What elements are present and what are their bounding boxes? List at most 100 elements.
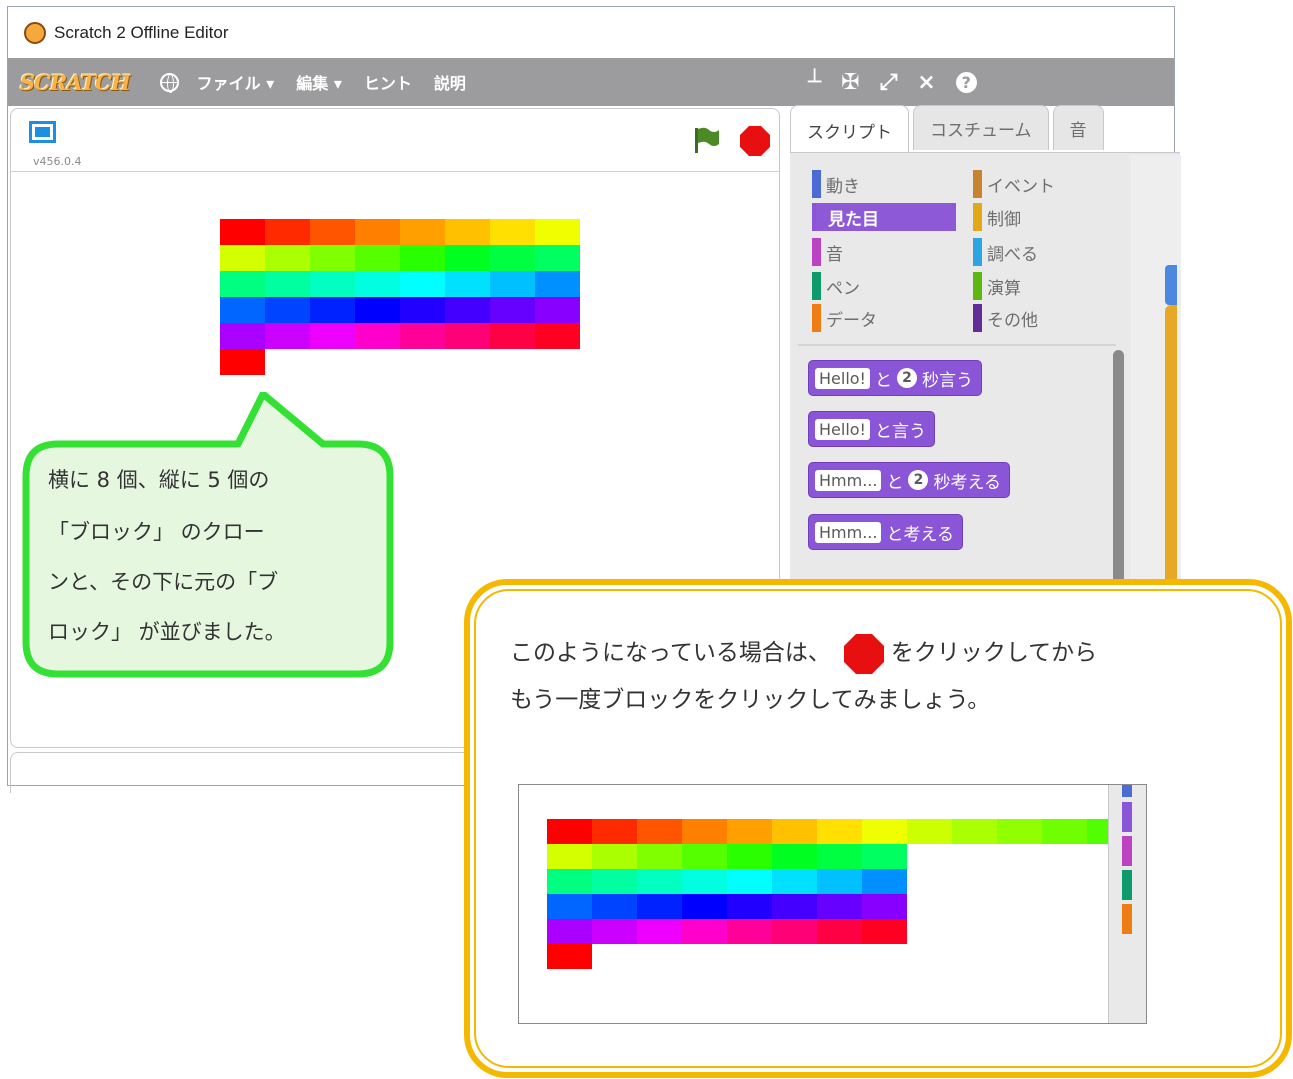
window-title: Scratch 2 Offline Editor xyxy=(54,22,229,42)
category-sound[interactable]: 音 xyxy=(812,238,843,266)
clone-block xyxy=(490,245,535,271)
clone-block xyxy=(355,245,400,271)
note-line-1b: をクリックしてから xyxy=(890,640,1098,666)
clone-block xyxy=(637,894,682,919)
clone-block xyxy=(862,844,907,869)
note-line-1a: このようになっている場合は、 xyxy=(510,640,831,666)
clone-block xyxy=(265,323,310,349)
clone-block xyxy=(310,271,355,297)
clone-block xyxy=(547,869,592,894)
fullscreen-icon[interactable] xyxy=(29,121,56,143)
category-control[interactable]: 制御 xyxy=(973,203,1021,231)
clone-block xyxy=(772,869,817,894)
clone-block xyxy=(772,894,817,919)
clone-block xyxy=(535,323,580,349)
say-for-secs-block[interactable]: Hello! と 2 秒言う xyxy=(808,360,982,396)
clone-block xyxy=(310,297,355,323)
clone-block xyxy=(727,869,772,894)
category-sensing[interactable]: 調べる xyxy=(973,238,1038,266)
clone-block xyxy=(817,819,862,844)
category-looks[interactable]: 見た目 xyxy=(812,203,956,231)
clone-block xyxy=(547,919,592,944)
think-for-secs-block[interactable]: Hmm... と 2 秒考える xyxy=(808,462,1010,498)
menu-tips[interactable]: ヒント xyxy=(364,70,412,94)
clone-block xyxy=(220,297,265,323)
clone-block xyxy=(862,869,907,894)
palette-scrollbar[interactable] xyxy=(1113,350,1124,590)
say-block[interactable]: Hello! と言う xyxy=(808,411,935,447)
clone-block xyxy=(310,245,355,271)
clone-block xyxy=(535,297,580,323)
clone-block xyxy=(682,869,727,894)
category-data[interactable]: データ xyxy=(812,304,877,332)
category-motion[interactable]: 動き xyxy=(812,170,860,198)
callout-line-2: 「ブロック」 のクロー xyxy=(48,520,265,544)
clone-block xyxy=(637,919,682,944)
clone-block xyxy=(592,819,637,844)
clone-block xyxy=(535,219,580,245)
menu-file[interactable]: ファイル ▾ xyxy=(197,70,275,94)
delete-icon[interactable]: ✠ xyxy=(841,70,859,95)
clone-block xyxy=(727,844,772,869)
clone-block xyxy=(637,869,682,894)
scratch-cat-icon xyxy=(24,21,46,44)
clone-block xyxy=(310,323,355,349)
category-more[interactable]: その他 xyxy=(973,304,1038,332)
menu-bar: SCRATCH ファイル ▾ 編集 ▾ ヒント 説明 ┴ ✠ ⤢ ⨯ ? xyxy=(8,58,1174,106)
category-events[interactable]: イベント xyxy=(973,170,1055,198)
scratch-logo[interactable]: SCRATCH xyxy=(20,70,131,95)
shrink-icon[interactable]: ⨯ xyxy=(917,70,935,95)
clone-block xyxy=(220,323,265,349)
clone-block xyxy=(490,219,535,245)
clone-block xyxy=(817,869,862,894)
clone-block xyxy=(490,271,535,297)
clone-block xyxy=(997,819,1042,844)
category-operators[interactable]: 演算 xyxy=(973,272,1021,300)
tab-scripts[interactable]: スクリプト xyxy=(790,105,909,154)
palette-divider xyxy=(798,344,1116,346)
green-flag-icon[interactable] xyxy=(691,125,721,155)
globe-icon[interactable] xyxy=(159,72,179,93)
tab-costumes[interactable]: コスチューム xyxy=(913,105,1049,150)
stop-icon[interactable] xyxy=(739,125,771,157)
menu-edit[interactable]: 編集 ▾ xyxy=(296,70,342,94)
menu-about[interactable]: 説明 xyxy=(434,70,466,94)
clone-block xyxy=(817,894,862,919)
clone-block xyxy=(817,844,862,869)
stop-icon xyxy=(843,633,884,674)
tab-sounds[interactable]: 音 xyxy=(1052,105,1104,150)
help-icon[interactable]: ? xyxy=(955,71,977,93)
category-pen[interactable]: ペン xyxy=(812,272,860,300)
clone-block xyxy=(637,819,682,844)
clone-block xyxy=(862,919,907,944)
duplicate-icon[interactable]: ┴ xyxy=(808,70,821,95)
grow-icon[interactable]: ⤢ xyxy=(880,70,898,95)
clone-block xyxy=(400,297,445,323)
clone-block xyxy=(817,919,862,944)
clone-block xyxy=(682,844,727,869)
original-block[interactable] xyxy=(220,349,265,375)
clone-block xyxy=(637,844,682,869)
clone-block xyxy=(592,919,637,944)
think-block[interactable]: Hmm... と考える xyxy=(808,514,963,550)
clone-block xyxy=(682,919,727,944)
clone-block xyxy=(907,819,952,844)
stage-header: v456.0.4 xyxy=(11,109,779,172)
version-label: v456.0.4 xyxy=(33,155,82,168)
callout-line-3: ンと、その下に元の「ブ xyxy=(48,570,279,594)
clone-block xyxy=(220,245,265,271)
clone-block xyxy=(592,869,637,894)
script-block-edge[interactable] xyxy=(1165,265,1177,305)
clone-block xyxy=(772,919,817,944)
clone-block xyxy=(400,245,445,271)
clone-block xyxy=(535,245,580,271)
note-text: このようになっている場合は、 をクリックしてから もう一度ブロックをクリックしてみ… xyxy=(510,630,1280,724)
clone-block xyxy=(400,219,445,245)
clone-block xyxy=(445,219,490,245)
clone-block xyxy=(682,894,727,919)
clone-block xyxy=(445,271,490,297)
clone-block xyxy=(355,271,400,297)
title-bar: Scratch 2 Offline Editor xyxy=(8,7,1174,58)
sprite-toolbar: ┴ ✠ ⤢ ⨯ ? xyxy=(808,58,977,106)
callout-line-1: 横に 8 個、縦に 5 個の xyxy=(48,468,270,492)
